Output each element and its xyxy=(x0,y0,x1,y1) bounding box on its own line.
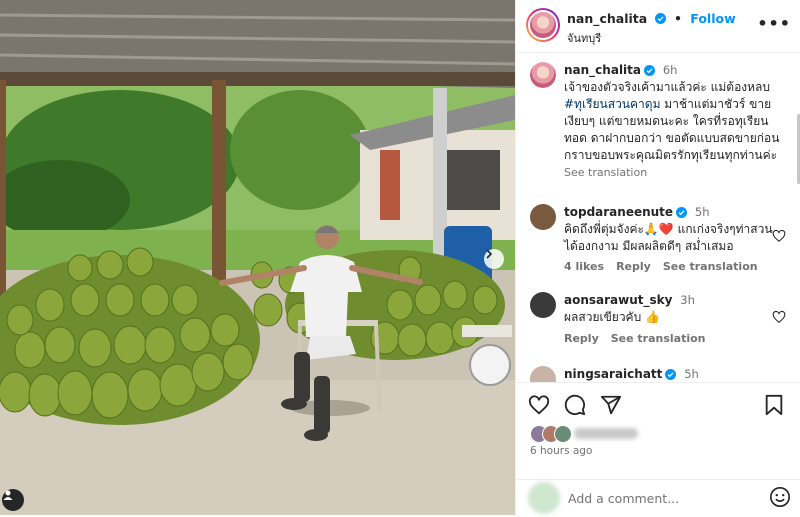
caption-body-start: เจ้าของตัวจริงเค้ามาแล้วค่ะ แม่ต้องหลบ xyxy=(564,80,771,94)
comment-icon[interactable] xyxy=(564,394,586,416)
caption-avatar[interactable] xyxy=(530,62,556,88)
comment-item: topdaraneenute 5h คิดถึงพี่ตุ่มจังค่ะ🙏❤️… xyxy=(530,204,790,284)
caption: nan_chalita 6h เจ้าของตัวจริงเค้ามาแล้วค… xyxy=(530,62,790,188)
reply-button[interactable]: Reply xyxy=(564,332,599,345)
post-timestamp[interactable]: 6 hours ago xyxy=(530,445,592,457)
current-user-avatar xyxy=(528,482,560,514)
comment-like-icon[interactable] xyxy=(772,310,786,324)
comment-text: topdaraneenute 5h คิดถึงพี่ตุ่มจังค่ะ🙏❤️… xyxy=(564,204,784,255)
verified-badge-icon xyxy=(665,369,677,380)
comment-item: aonsarawut_sky 3h ผลสวยเขียวคับ 👍 Reply S… xyxy=(530,292,790,354)
comment-likes-count[interactable]: 4 likes xyxy=(564,260,604,273)
comment-text: ningsaraichatt 5h xyxy=(564,366,784,382)
commenter-avatar[interactable] xyxy=(530,366,556,382)
bookmark-icon[interactable] xyxy=(764,394,784,416)
likes-count-blurred xyxy=(574,428,638,439)
author-username[interactable]: nan_chalita xyxy=(567,11,647,26)
post-location[interactable]: จันทบุรี xyxy=(567,29,601,47)
caption-time[interactable]: 6h xyxy=(663,63,678,77)
action-icons-row xyxy=(528,394,790,420)
chevron-right-icon xyxy=(486,249,493,259)
post-side-panel: nan_chalita • Follow จันทบุรี ••• nan_ch… xyxy=(515,0,800,515)
caption-text: nan_chalita 6h เจ้าของตัวจริงเค้ามาแล้วค… xyxy=(564,62,784,181)
comment-see-translation[interactable]: See translation xyxy=(611,332,706,345)
user-tag-button[interactable] xyxy=(2,489,24,511)
post-actions: 6 hours ago Add a comment... xyxy=(516,382,800,516)
add-comment-bar: Add a comment... xyxy=(516,479,800,517)
header-user-line: nan_chalita • Follow xyxy=(567,10,736,26)
photo-illustration xyxy=(0,0,515,515)
comment-like-icon[interactable] xyxy=(772,229,786,243)
comment-meta: Reply See translation xyxy=(564,332,718,345)
share-icon[interactable] xyxy=(600,394,622,416)
user-tag-icon xyxy=(3,490,13,500)
commenter-avatar[interactable] xyxy=(530,292,556,318)
caption-see-translation[interactable]: See translation xyxy=(564,166,647,179)
post-header: nan_chalita • Follow จันทบุรี ••• xyxy=(516,0,800,53)
carousel-next-button[interactable] xyxy=(484,249,504,269)
author-avatar[interactable] xyxy=(526,8,560,42)
commenter-avatar[interactable] xyxy=(530,204,556,230)
comment-input[interactable]: Add a comment... xyxy=(568,491,679,506)
comment-time[interactable]: 3h xyxy=(680,293,695,307)
comment-body: คิดถึงพี่ตุ่มจังค่ะ🙏❤️ แกเก่งจริงๆท่าสวน… xyxy=(564,222,773,253)
comment-time[interactable]: 5h xyxy=(684,367,699,381)
caption-hashtag[interactable]: #ทุเรียนสวนคาดุม xyxy=(564,97,660,111)
verified-badge-icon xyxy=(644,65,655,76)
comments-list[interactable]: nan_chalita 6h เจ้าของตัวจริงเค้ามาแล้วค… xyxy=(516,52,800,382)
liker-avatar xyxy=(554,425,572,443)
comment-username[interactable]: topdaraneenute xyxy=(564,205,673,219)
comment-body: ผลสวยเขียวคับ 👍 xyxy=(564,310,660,324)
verified-badge-icon xyxy=(676,207,688,218)
comment-username[interactable]: aonsarawut_sky xyxy=(564,293,672,307)
post-photo[interactable] xyxy=(0,0,515,515)
comment-time[interactable]: 5h xyxy=(695,205,710,219)
verified-badge-icon xyxy=(654,13,666,24)
separator-dot: • xyxy=(673,11,682,26)
comment-meta: 4 likes Reply See translation xyxy=(564,260,770,273)
comment-text: aonsarawut_sky 3h ผลสวยเขียวคับ 👍 xyxy=(564,292,784,326)
heart-icon[interactable] xyxy=(528,394,550,416)
comment-see-translation[interactable]: See translation xyxy=(663,260,758,273)
caption-username[interactable]: nan_chalita xyxy=(564,63,641,77)
more-options-button[interactable]: ••• xyxy=(757,14,791,33)
follow-button[interactable]: Follow xyxy=(690,11,735,26)
comment-username[interactable]: ningsaraichatt xyxy=(564,367,662,381)
emoji-icon[interactable] xyxy=(769,486,791,508)
instagram-post-modal: nan_chalita • Follow จันทบุรี ••• nan_ch… xyxy=(0,0,800,515)
reply-button[interactable]: Reply xyxy=(616,260,651,273)
comment-item: ningsaraichatt 5h xyxy=(530,366,790,382)
